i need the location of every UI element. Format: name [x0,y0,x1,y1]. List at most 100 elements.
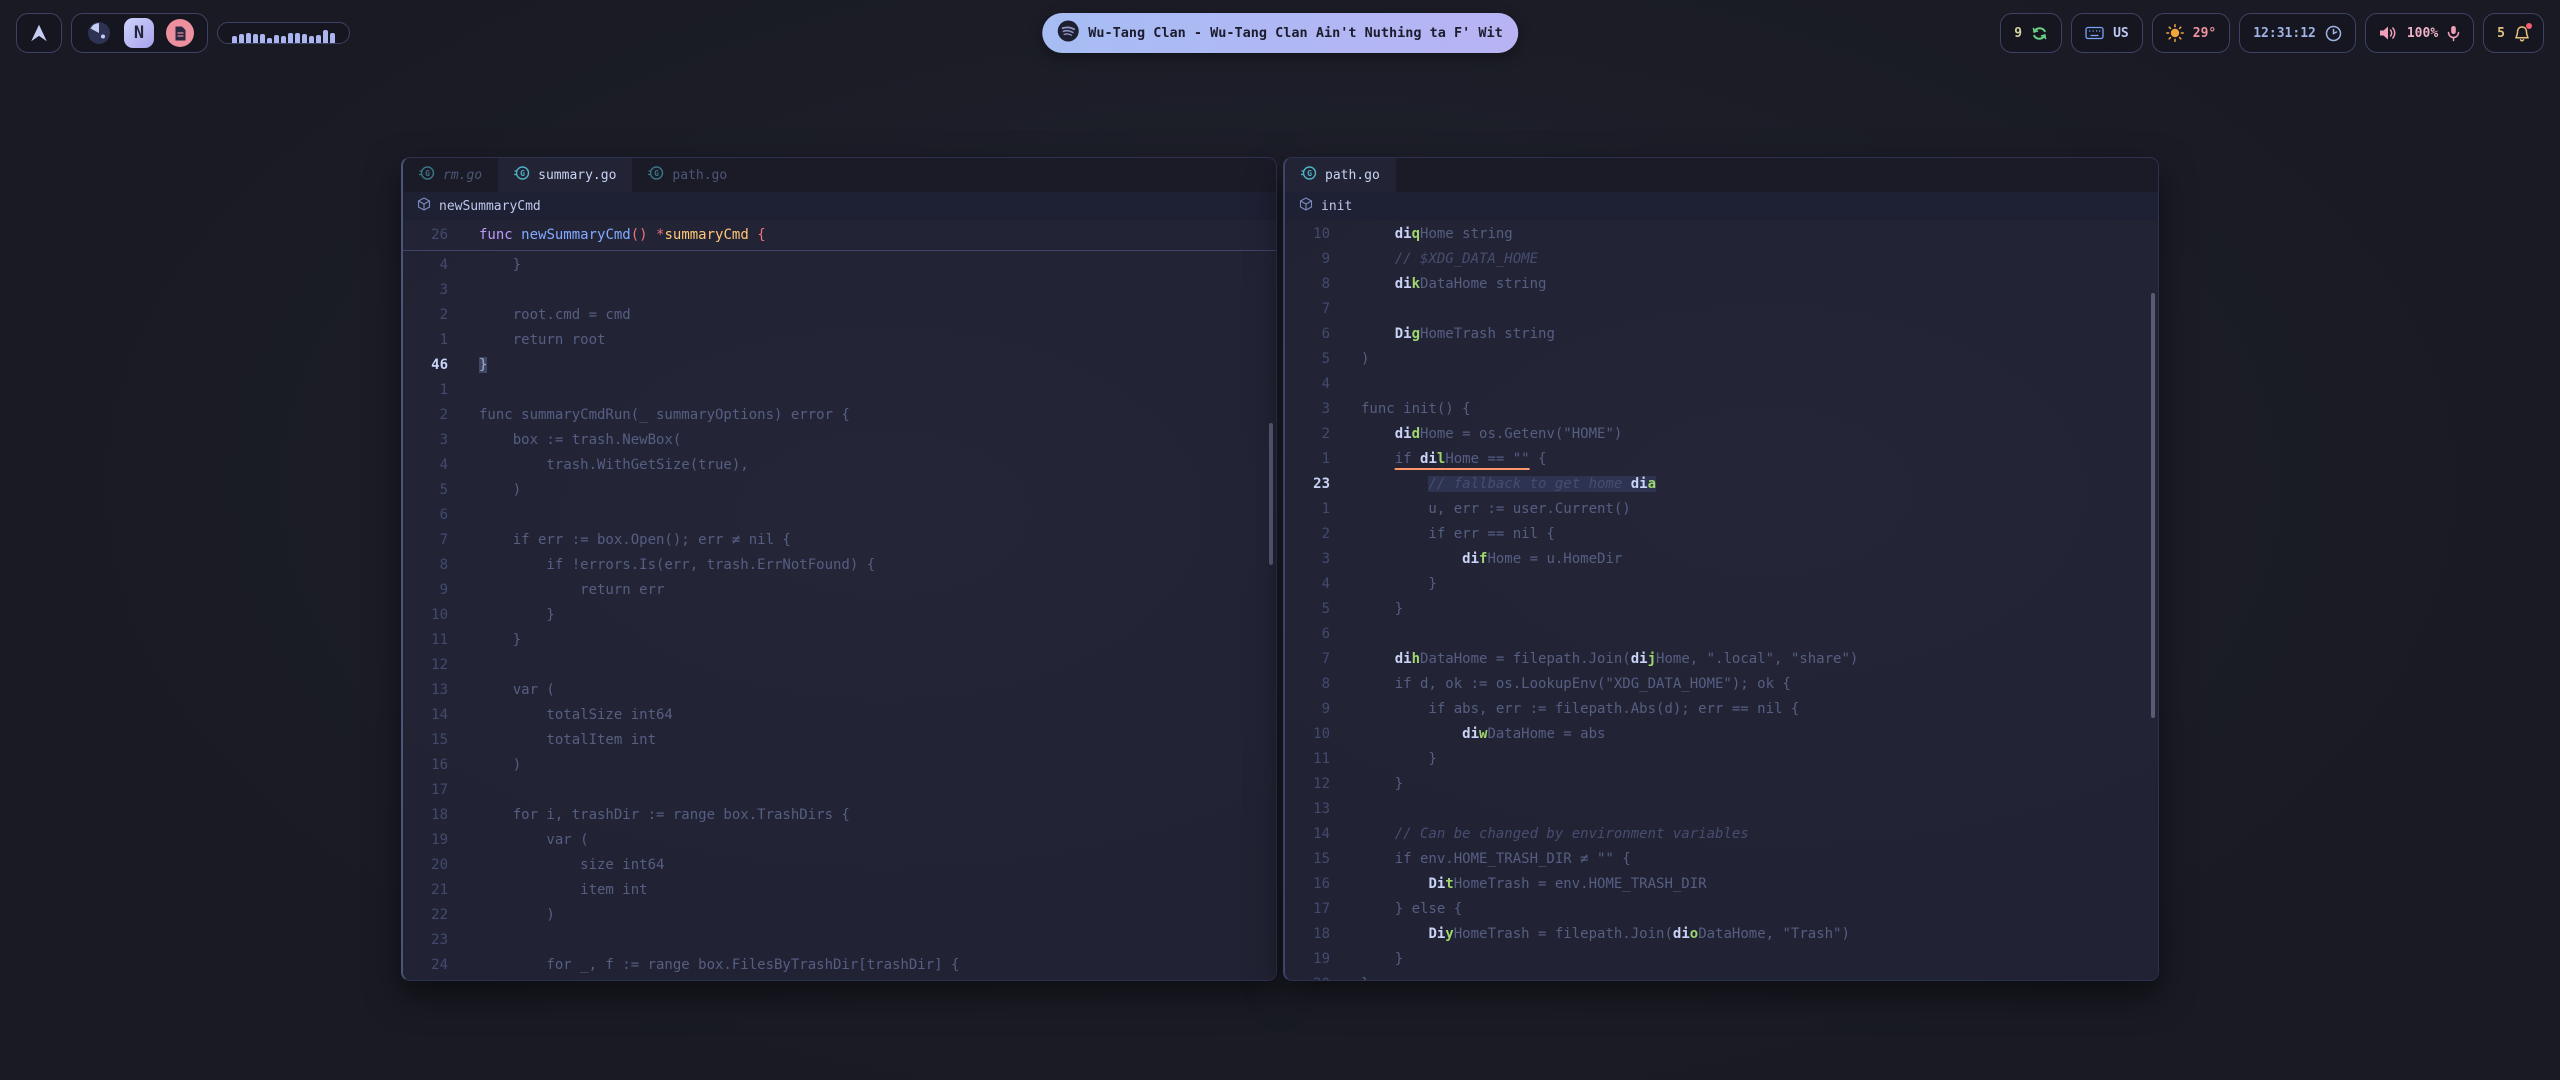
neovim-icon: N [134,23,144,43]
line-number: 10 [1285,222,1330,247]
clock-icon [2325,25,2342,42]
workspace-1[interactable] [85,20,112,47]
code-line[interactable]: 5 } [1285,597,2158,622]
visualizer-bar [232,36,237,43]
line-number: 4 [1285,572,1330,597]
audio-module[interactable]: 100% [2365,13,2474,53]
code-line[interactable]: 4 [1285,372,2158,397]
code-line[interactable]: 20 size int64 [403,853,1276,878]
code-line[interactable]: 2 root.cmd = cmd [403,303,1276,328]
code-line[interactable]: 1 [403,378,1276,403]
code-line[interactable]: 26func newSummaryCmd() *summaryCmd { [403,220,1276,250]
code-line[interactable]: 25 item++ [403,978,1276,981]
code-line[interactable]: 46} [403,353,1276,378]
code-line[interactable]: 1 return root [403,328,1276,353]
code-line[interactable]: 12 [403,653,1276,678]
code-line[interactable]: 15 if env.HOME_TRASH_DIR ≠ "" { [1285,847,2158,872]
code-line[interactable]: 5) [1285,347,2158,372]
code-line[interactable]: 3 [403,278,1276,303]
code-line[interactable]: 4 trash.WithGetSize(true), [403,453,1276,478]
breadcrumb[interactable]: init [1285,192,2158,220]
code-line[interactable]: 14 // Can be changed by environment vari… [1285,822,2158,847]
code-area-right[interactable]: 10 diqHome string9 // $XDG_DATA_HOME8 di… [1285,220,2158,981]
code-line[interactable]: 19 var ( [403,828,1276,853]
code-line[interactable]: 13 var ( [403,678,1276,703]
tab-label: summary.go [538,168,616,183]
code-line[interactable]: 22 ) [403,903,1276,928]
code-line[interactable]: 18 DiyHomeTrash = filepath.Join(dioDataH… [1285,922,2158,947]
code-line[interactable]: 13 [1285,797,2158,822]
code-line[interactable]: 14 totalSize int64 [403,703,1276,728]
code-line[interactable]: 10 diqHome string [1285,222,2158,247]
code-line[interactable]: 11 } [403,628,1276,653]
code-line[interactable]: 2 if err == nil { [1285,522,2158,547]
code-line[interactable]: 8 if !errors.Is(err, trash.ErrNotFound) … [403,553,1276,578]
code-line[interactable]: 7 if err := box.Open(); err ≠ nil { [403,528,1276,553]
updates-module[interactable]: 9 [2000,13,2062,53]
code-line[interactable]: 4 } [403,253,1276,278]
code-line[interactable]: 18 for i, trashDir := range box.TrashDir… [403,803,1276,828]
code-line[interactable]: 23 // fallback to get home dia [1285,472,2158,497]
code-line[interactable]: 2func summaryCmdRun(_ summaryOptions) er… [403,403,1276,428]
line-number: 11 [403,628,448,653]
line-number: 4 [1285,372,1330,397]
code-line[interactable]: 10 diwDataHome = abs [1285,722,2158,747]
code-area-left[interactable]: 4 }32 root.cmd = cmd1 return root46}12fu… [403,251,1276,981]
code-line[interactable]: 19 } [1285,947,2158,972]
code-line[interactable]: 6 [403,503,1276,528]
code-line[interactable]: 4 } [1285,572,2158,597]
line-number: 13 [403,678,448,703]
tab-rm.go[interactable]: G rm.go [403,158,498,192]
tab-path.go[interactable]: G path.go [1285,158,1396,192]
sticky-context-line[interactable]: 26func newSummaryCmd() *summaryCmd { [403,220,1276,251]
scrollbar[interactable] [2151,293,2155,718]
code-line[interactable]: 1 u, err := user.Current() [1285,497,2158,522]
code-line[interactable]: 9 if abs, err := filepath.Abs(d); err ==… [1285,697,2158,722]
tab-summary.go[interactable]: G summary.go [498,158,632,192]
code-line[interactable]: 12 } [1285,772,2158,797]
code-line[interactable]: 6 [1285,622,2158,647]
visualizer-bar [246,33,251,43]
keyboard-layout-module[interactable]: US [2071,13,2143,53]
code-line[interactable]: 21 item int [403,878,1276,903]
code-line[interactable]: 5 ) [403,478,1276,503]
weather-module[interactable]: 29° [2152,13,2230,53]
code-line[interactable]: 7 dihDataHome = filepath.Join(dijHome, "… [1285,647,2158,672]
code-line[interactable]: 3 difHome = u.HomeDir [1285,547,2158,572]
workspace-2-active[interactable]: N [124,18,154,48]
code-line[interactable]: 23 [403,928,1276,953]
code-line[interactable]: 9 return err [403,578,1276,603]
code-line[interactable]: 20} [1285,972,2158,981]
breadcrumb[interactable]: newSummaryCmd [403,192,1276,220]
notifications-module[interactable]: 5 [2483,13,2544,53]
code-line[interactable]: 2 didHome = os.Getenv("HOME") [1285,422,2158,447]
line-number: 1 [1285,497,1330,522]
scrollbar[interactable] [1269,423,1273,565]
tab-path.go[interactable]: G path.go [632,158,743,192]
clock-module[interactable]: 12:31:12 [2239,13,2356,53]
code-line[interactable]: 3func init() { [1285,397,2158,422]
code-line[interactable]: 17 [403,778,1276,803]
code-line[interactable]: 8 dikDataHome string [1285,272,2158,297]
code-line[interactable]: 16 ) [403,753,1276,778]
code-line[interactable]: 11 } [1285,747,2158,772]
launcher-button[interactable] [16,13,62,53]
code-line[interactable]: 3 box := trash.NewBox( [403,428,1276,453]
line-number: 20 [1285,972,1330,981]
code-line[interactable]: 7 [1285,297,2158,322]
workspace-3[interactable] [166,19,194,47]
code-line[interactable]: 1 if dilHome == "" { [1285,447,2158,472]
line-number: 10 [1285,722,1330,747]
code-line[interactable]: 24 for _, f := range box.FilesByTrashDir… [403,953,1276,978]
code-line[interactable]: 10 } [403,603,1276,628]
code-line[interactable]: 9 // $XDG_DATA_HOME [1285,247,2158,272]
code-line[interactable]: 8 if d, ok := os.LookupEnv("XDG_DATA_HOM… [1285,672,2158,697]
code-line[interactable]: 6 DigHomeTrash string [1285,322,2158,347]
line-number: 5 [403,478,448,503]
code-line[interactable]: 16 DitHomeTrash = env.HOME_TRASH_DIR [1285,872,2158,897]
line-number: 46 [403,353,448,378]
code-line[interactable]: 17 } else { [1285,897,2158,922]
music-player-pill[interactable]: Wu-Tang Clan - Wu-Tang Clan Ain't Nuthin… [1042,13,1518,53]
line-number: 20 [403,853,448,878]
code-line[interactable]: 15 totalItem int [403,728,1276,753]
